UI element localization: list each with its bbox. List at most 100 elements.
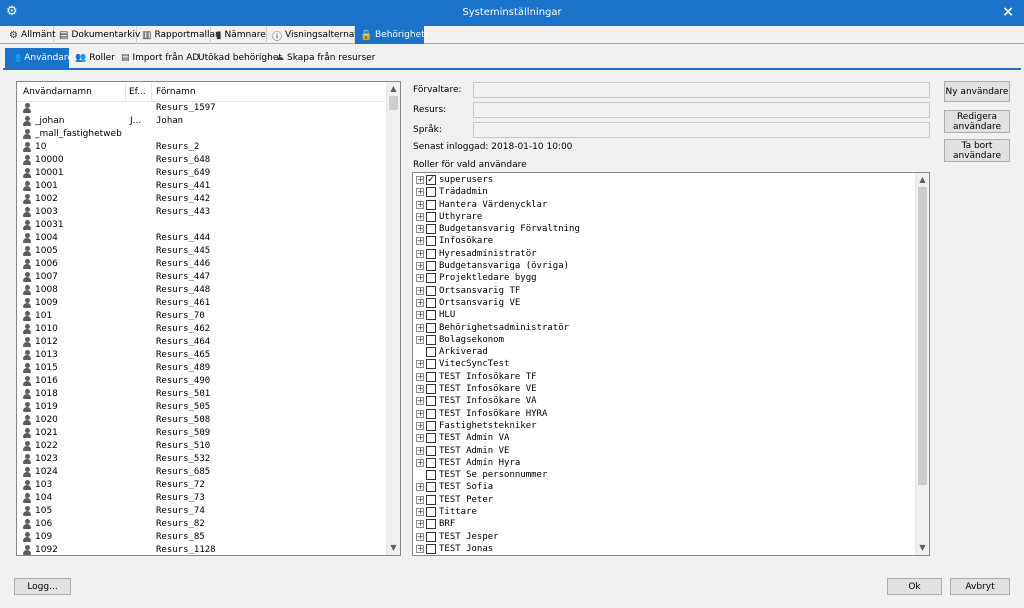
table-row[interactable]: 1019 Resurs_505	[17, 401, 387, 414]
column-separator[interactable]	[125, 82, 126, 102]
role-item[interactable]: + HLU	[413, 309, 916, 321]
role-item[interactable]: + Hyresadministratör	[413, 248, 916, 260]
table-row[interactable]: 1092 Resurs_1128	[17, 544, 387, 555]
role-item[interactable]: + TEST Infosökare HYRA	[413, 408, 916, 420]
table-row[interactable]: 1007 Resurs_447	[17, 271, 387, 284]
expand-plus-icon[interactable]: +	[416, 286, 424, 295]
role-item[interactable]: + TEST Jonas	[413, 543, 916, 555]
expand-plus-icon[interactable]: +	[416, 262, 424, 271]
expand-plus-icon[interactable]: +	[416, 212, 424, 221]
role-item[interactable]: + TEST Admin Hyra	[413, 457, 916, 469]
table-row[interactable]: 1008 Resurs_448	[17, 284, 387, 297]
close-icon[interactable]: ×	[1002, 4, 1014, 20]
column-header-fornamn[interactable]: Förnamn	[156, 87, 196, 97]
role-item[interactable]: + Budgetansvariga (övriga)	[413, 260, 916, 272]
role-checkbox[interactable]	[426, 507, 436, 518]
table-row[interactable]: 1023 Resurs_532	[17, 453, 387, 466]
role-item[interactable]: + Tittare	[413, 506, 916, 518]
table-row[interactable]: 101 Resurs_70	[17, 310, 387, 323]
table-row[interactable]: 1005 Resurs_445	[17, 245, 387, 258]
sprak-field[interactable]	[473, 122, 930, 138]
table-row[interactable]: 105 Resurs_74	[17, 505, 387, 518]
role-item[interactable]: + TEST Infosökare TF	[413, 371, 916, 383]
table-row[interactable]: 10 Resurs_2	[17, 141, 387, 154]
role-item[interactable]: + Infosökare	[413, 235, 916, 247]
scroll-down-arrow-icon[interactable]: ▼	[916, 541, 929, 555]
expand-plus-icon[interactable]: +	[416, 397, 424, 406]
role-checkbox[interactable]	[426, 297, 436, 308]
table-row[interactable]: 1010 Resurs_462	[17, 323, 387, 336]
expand-plus-icon[interactable]: +	[416, 249, 424, 258]
role-item[interactable]: + Behörighetsadministratör	[413, 322, 916, 334]
role-item[interactable]: + Projektledare bygg	[413, 272, 916, 284]
expand-plus-icon[interactable]: +	[416, 385, 424, 394]
role-item[interactable]: + BRF	[413, 518, 916, 530]
role-checkbox[interactable]	[426, 482, 436, 493]
table-row[interactable]: 1003 Resurs_443	[17, 206, 387, 219]
table-row[interactable]: 1004 Resurs_444	[17, 232, 387, 245]
role-checkbox[interactable]	[426, 322, 436, 333]
subtab-skapa-fran-resurser[interactable]: ☁ Skapa från resurser	[270, 48, 375, 68]
table-row[interactable]: 109 Resurs_85	[17, 531, 387, 544]
role-checkbox[interactable]	[426, 371, 436, 382]
expand-plus-icon[interactable]: +	[416, 495, 424, 504]
role-checkbox[interactable]	[426, 236, 436, 247]
expand-plus-icon[interactable]: +	[416, 544, 424, 553]
role-checkbox[interactable]	[426, 531, 436, 542]
expand-plus-icon[interactable]: +	[416, 188, 424, 197]
table-row[interactable]: 1012 Resurs_464	[17, 336, 387, 349]
user-list[interactable]: Användarnamn Ef... Förnamn Resurs_1597 _j…	[16, 81, 401, 556]
role-checkbox[interactable]	[426, 494, 436, 505]
role-item[interactable]: Arkiverad	[413, 346, 916, 358]
user-list-scrollbar[interactable]: ▲ ▼	[386, 82, 400, 555]
roles-scrollbar[interactable]: ▲ ▼	[915, 173, 929, 555]
edit-user-button[interactable]: Redigera användare	[944, 110, 1010, 133]
scroll-up-arrow-icon[interactable]: ▲	[916, 173, 929, 187]
role-checkbox[interactable]	[426, 285, 436, 296]
table-row[interactable]: 1016 Resurs_490	[17, 375, 387, 388]
expand-plus-icon[interactable]: +	[416, 508, 424, 517]
role-item[interactable]: + Fastighetstekniker	[413, 420, 916, 432]
role-checkbox[interactable]	[426, 248, 436, 259]
role-checkbox[interactable]: ✓	[426, 175, 436, 185]
role-item[interactable]: + ✓ superusers	[413, 174, 916, 186]
expand-plus-icon[interactable]: +	[416, 409, 424, 418]
subtab-anvandare[interactable]: 👥 Användare	[5, 48, 73, 68]
resurs-field[interactable]	[473, 102, 930, 118]
roles-tree[interactable]: + ✓ superusers + Trädadmin + Hantera Värdenyck…	[412, 172, 930, 556]
column-header-ef[interactable]: Ef...	[129, 87, 146, 97]
role-item[interactable]: + TEST Jesper	[413, 531, 916, 543]
column-header-username[interactable]: Användarnamn	[23, 87, 92, 97]
role-item[interactable]: + TEST Infosökare VE	[413, 383, 916, 395]
role-checkbox[interactable]	[426, 347, 436, 358]
expand-plus-icon[interactable]: +	[416, 421, 424, 430]
role-item[interactable]: + Bolagsekonom	[413, 334, 916, 346]
role-item[interactable]: + VitecSyncTest	[413, 358, 916, 370]
delete-user-button[interactable]: Ta bort användare	[944, 139, 1010, 162]
cancel-button[interactable]: Avbryt	[950, 578, 1010, 595]
table-row[interactable]: 1015 Resurs_489	[17, 362, 387, 375]
table-row[interactable]: 1020 Resurs_508	[17, 414, 387, 427]
log-button[interactable]: Logg...	[14, 578, 71, 595]
expand-plus-icon[interactable]: +	[416, 446, 424, 455]
tab-rapportmallar[interactable]: ▥ Rapportmallar	[137, 26, 219, 44]
role-item[interactable]: + TEST Sofia	[413, 481, 916, 493]
table-row[interactable]: 10031	[17, 219, 387, 232]
table-row[interactable]: 1001 Resurs_441	[17, 180, 387, 193]
role-checkbox[interactable]	[426, 199, 436, 210]
table-row[interactable]: 106 Resurs_82	[17, 518, 387, 531]
tab-dokumentarkiv[interactable]: ▤ Dokumentarkiv	[54, 26, 140, 44]
table-row[interactable]: 10000 Resurs_648	[17, 154, 387, 167]
role-checkbox[interactable]	[426, 261, 436, 272]
scroll-up-arrow-icon[interactable]: ▲	[387, 82, 400, 96]
role-item[interactable]: + TEST Admin VE	[413, 445, 916, 457]
role-checkbox[interactable]	[426, 224, 436, 235]
role-checkbox[interactable]	[426, 310, 436, 321]
column-separator[interactable]	[151, 82, 152, 102]
ok-button[interactable]: Ok	[887, 578, 942, 595]
expand-plus-icon[interactable]: +	[416, 483, 424, 492]
expand-plus-icon[interactable]: +	[416, 458, 424, 467]
role-checkbox[interactable]	[426, 396, 436, 407]
table-row[interactable]: 103 Resurs_72	[17, 479, 387, 492]
role-item[interactable]: + Hantera Värdenycklar	[413, 199, 916, 211]
